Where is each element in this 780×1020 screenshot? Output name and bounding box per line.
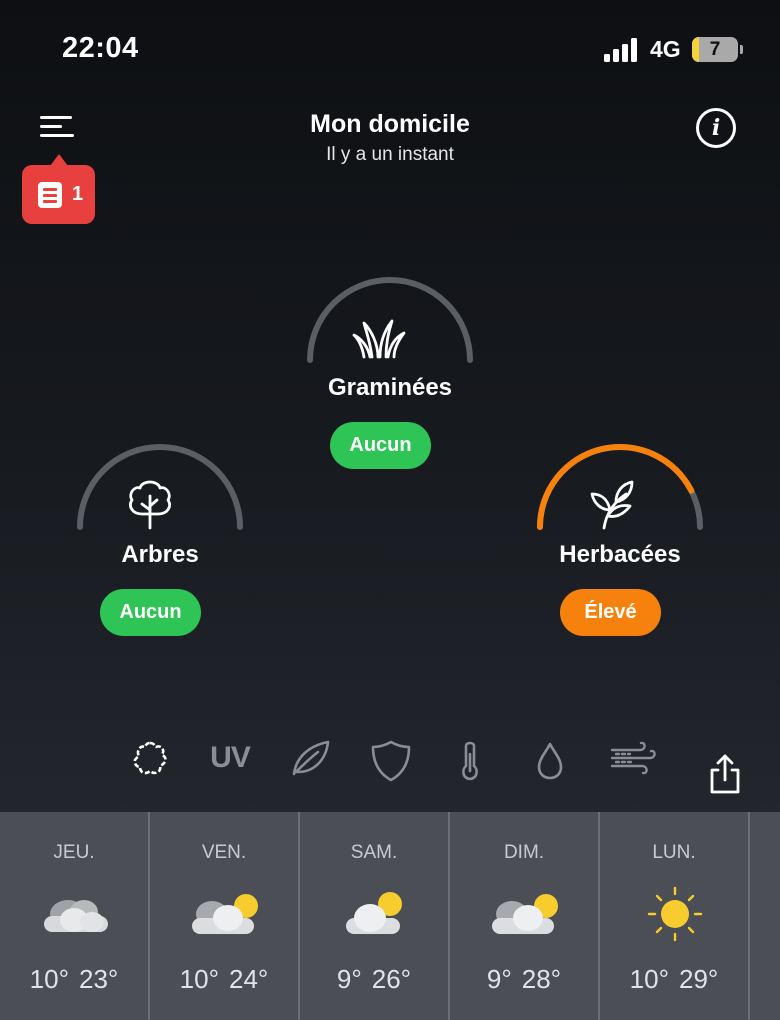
share-icon [710,754,740,794]
temp-max: 29° [679,964,719,994]
temp-max: 24° [229,964,269,994]
grass-icon [352,319,406,359]
temperature-range: 10° 23° [0,964,148,995]
forecast-day[interactable]: LUN. 10° 29° [600,812,780,1020]
thermometer-icon [462,741,478,781]
category-tabs: UV [120,728,680,788]
battery-cap [740,45,743,54]
battery-level: 7 [709,39,721,60]
notification-count: 1 [72,183,84,205]
share-button[interactable] [700,750,750,800]
leaf-icon [292,740,330,776]
cloudy-icon [44,900,108,932]
temp-min: 9° [486,964,512,994]
pollen-label: Arbres [121,541,199,568]
partly-cloudy-icon [346,892,402,934]
tab-wind[interactable] [600,728,660,788]
temp-min: 10° [179,964,219,994]
page-title[interactable]: Mon domicile [0,110,780,139]
day-name: LUN. [652,842,696,863]
signal-icon [604,38,638,62]
pollen-graminees[interactable]: Graminées Aucun [300,270,480,490]
pollen-label: Herbacées [559,541,681,568]
temp-max: 28° [521,964,562,994]
shield-icon [371,740,411,782]
partly-cloudy-icon [192,894,258,934]
forecast-day[interactable]: JEU. 10° 23° [0,812,150,1020]
pollen-level-pill[interactable]: Aucun [330,422,431,469]
temp-max: 26° [371,964,412,994]
battery-icon: 7 [692,37,738,62]
forecast-day[interactable]: SAM. 9° 26° [300,812,450,1020]
pollen-herbacees[interactable]: Herbacées Élevé [530,437,710,657]
temperature-range: 9° 26° [300,964,448,995]
tab-uv[interactable]: UV [200,728,260,788]
temperature-range: 10° 24° [150,964,298,995]
pollen-level-pill[interactable]: Élevé [560,589,661,636]
temperature-range: 9° 28° [450,964,598,995]
forecast-strip: JEU. 10° 23° VEN. 10° 24° SAM. 9° 26° DIM. [0,812,780,1020]
partly-cloudy-icon [492,894,558,934]
pollen-label: Graminées [327,374,453,401]
temp-max: 23° [79,964,119,994]
page-subtitle: Il y a un instant [326,144,454,165]
day-name: JEU. [53,842,95,863]
sunny-icon [647,886,703,942]
tree-icon [129,480,171,530]
notification-badge[interactable]: 1 [22,154,95,224]
plant-icon [590,480,634,530]
tab-shield[interactable] [360,728,420,788]
status-time: 22:04 [62,32,139,64]
wind-icon [610,741,656,775]
pollen-arbres[interactable]: Arbres Aucun [70,437,250,657]
temperature-range: 10° 29° [600,964,748,995]
status-bar: 22:04 4G 7 [0,0,780,100]
pollen-level-pill[interactable]: Aucun [100,589,201,636]
document-icon [38,182,62,208]
temp-min: 9° [336,964,362,994]
drop-icon [537,742,563,780]
network-type: 4G [650,36,681,62]
tab-temperature[interactable] [440,728,500,788]
forecast-day[interactable]: VEN. 10° 24° [150,812,300,1020]
tab-pollen[interactable] [120,728,180,788]
day-name: DIM. [503,842,545,863]
tab-humidity[interactable] [520,728,580,788]
tab-leaf[interactable] [280,728,340,788]
header: 1 Mon domicile Il y a un instant i [0,100,780,240]
day-name: SAM. [350,842,398,863]
info-button[interactable]: i [696,108,736,148]
forecast-day[interactable]: DIM. 9° 28° [450,812,600,1020]
pollen-icon [133,741,167,775]
temp-min: 10° [629,964,669,994]
day-name: VEN. [201,842,247,863]
temp-min: 10° [29,964,69,994]
